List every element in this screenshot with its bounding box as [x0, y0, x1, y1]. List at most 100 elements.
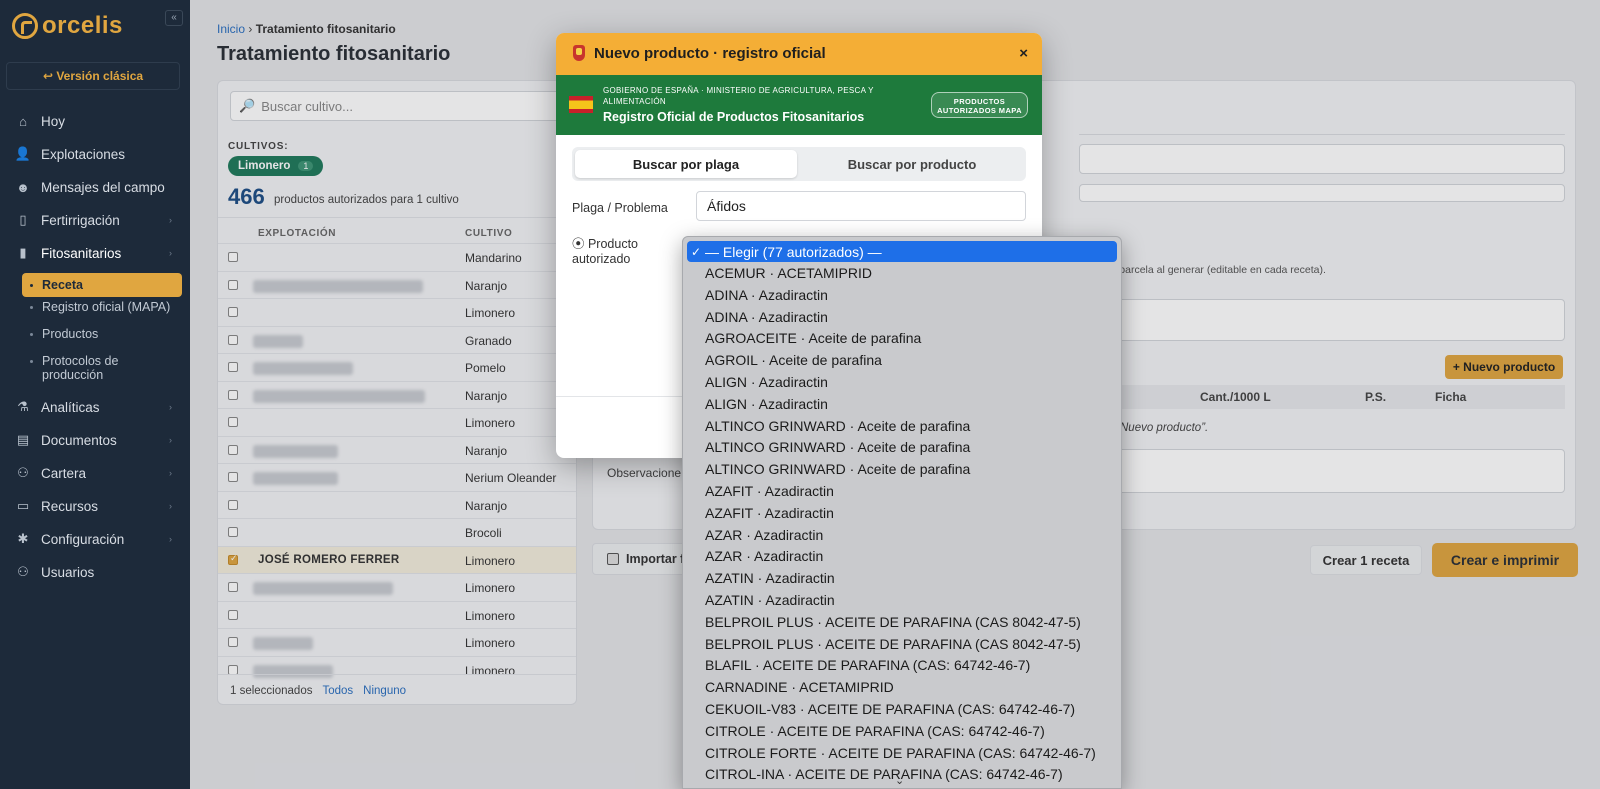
- sidebar-item-label: Documentos: [41, 432, 117, 448]
- sidebar-subitem-label: Registro oficial (MAPA): [42, 300, 171, 314]
- sidebar-item-label: Fitosanitarios: [41, 245, 122, 261]
- users-icon: ⚇: [17, 564, 29, 579]
- pest-input[interactable]: Áfidos: [696, 191, 1026, 221]
- sidebar-item-recursos[interactable]: ▭ Recursos ›: [0, 491, 190, 521]
- sidebar-item-fitosanitarios[interactable]: ▮ Fitosanitarios ›: [0, 238, 190, 268]
- sidebar-subitem-3[interactable]: Protocolos de producción: [22, 354, 182, 382]
- pest-label: Plaga / Problema: [572, 201, 668, 215]
- spray-icon: ▮: [19, 245, 27, 260]
- chevron-right-icon: ›: [169, 501, 172, 511]
- chevron-right-icon: ›: [169, 534, 172, 544]
- dropdown-option-selected[interactable]: ✓ — Elegir (77 autorizados) —: [687, 241, 1117, 262]
- product-label: ⦿ Producto autorizado: [572, 237, 639, 266]
- dropdown-option[interactable]: CITROLE FORTE · ACEITE DE PARAFINA (CAS:…: [687, 742, 1117, 763]
- dropdown-option[interactable]: ADINA · Azadiractin: [687, 284, 1117, 305]
- bottle-icon: ▯: [19, 212, 27, 227]
- chevron-right-icon: ›: [169, 468, 172, 478]
- sidebar-item-cartera[interactable]: ⚇ Cartera ›: [0, 458, 190, 488]
- modal-title: Nuevo producto · registro oficial: [594, 45, 826, 62]
- spain-flag-icon: [569, 96, 593, 113]
- sidebar-item-label: Usuarios: [41, 564, 95, 580]
- dropdown-option[interactable]: AZAFIT · Azadiractin: [687, 502, 1117, 523]
- user-icon: 👤: [14, 146, 32, 161]
- chevron-right-icon: ›: [169, 435, 172, 445]
- authorized-products-badge: PRODUCTOS AUTORIZADOS MAPA: [931, 92, 1028, 118]
- bullet-icon: [30, 283, 33, 287]
- dropdown-option[interactable]: AZAR · Azadiractin: [687, 524, 1117, 545]
- people-icon: ⚇: [17, 465, 29, 480]
- sidebar-item-explotaciones[interactable]: 👤 Explotaciones: [0, 139, 190, 169]
- bullet-icon: [30, 306, 33, 309]
- sidebar-item-label: Recursos: [41, 498, 99, 514]
- flask-icon: ⚗: [17, 399, 29, 414]
- sidebar-item-label: Fertirrigación: [41, 212, 120, 228]
- tab-search-by-pest[interactable]: Buscar por plaga: [575, 150, 797, 178]
- sidebar-subitem-label: Receta: [42, 278, 83, 292]
- sidebar-item-label: Explotaciones: [41, 146, 126, 162]
- document-icon: ▤: [16, 432, 30, 447]
- dropdown-option[interactable]: BLAFIL · ACEITE DE PARAFINA (CAS: 64742-…: [687, 655, 1117, 676]
- bullet-icon: [30, 333, 33, 336]
- dropdown-option[interactable]: AZAFIT · Azadiractin: [687, 481, 1117, 502]
- logo-mark-icon: [12, 13, 38, 39]
- dropdown-option[interactable]: CITROLE · ACEITE DE PARAFINA (CAS: 64742…: [687, 720, 1117, 741]
- sidebar-subitem-1[interactable]: Registro oficial (MAPA): [22, 300, 182, 324]
- tab-search-by-product[interactable]: Buscar por producto: [801, 150, 1023, 178]
- chevron-right-icon: ›: [169, 402, 172, 412]
- sidebar-item-label: Mensajes del campo: [41, 179, 165, 195]
- shield-icon: [573, 45, 585, 61]
- sidebar-item-configuracion[interactable]: ✱ Configuración ›: [0, 524, 190, 554]
- close-icon[interactable]: ×: [1019, 45, 1028, 62]
- sidebar-subitem-0[interactable]: Receta: [22, 273, 182, 297]
- dropdown-option[interactable]: BELPROIL PLUS · ACEITE DE PARAFINA (CAS …: [687, 633, 1117, 654]
- dropdown-option[interactable]: ACEMUR · ACETAMIPRID: [687, 263, 1117, 284]
- dropdown-option[interactable]: ALIGN · Azadiractin: [687, 372, 1117, 393]
- sidebar-subitem-2[interactable]: Productos: [22, 327, 182, 351]
- sidebar-item-usuarios[interactable]: ⚇ Usuarios: [0, 557, 190, 587]
- sidebar-item-label: Cartera: [41, 465, 87, 481]
- dropdown-option[interactable]: AZAR · Azadiractin: [687, 546, 1117, 567]
- dropdown-option[interactable]: ADINA · Azadiractin: [687, 306, 1117, 327]
- sidebar: orcelis « ↩ Versión clásica ⌂ Hoy 👤 Explota…: [0, 0, 190, 789]
- search-mode-toggle: Buscar por plaga Buscar por producto: [572, 147, 1026, 181]
- dropdown-option[interactable]: AGROIL · Aceite de parafina: [687, 350, 1117, 371]
- dropdown-option-label: — Elegir (77 autorizados) —: [705, 243, 882, 260]
- registry-title: Registro Oficial de Productos Fitosanita…: [603, 110, 865, 124]
- folder-icon: ▭: [16, 498, 30, 513]
- sidebar-subitem-label: Productos: [42, 327, 99, 341]
- dropdown-option[interactable]: CEKUOIL-V83 · ACEITE DE PARAFINA (CAS: 6…: [687, 699, 1117, 720]
- dropdown-option[interactable]: BELPROIL PLUS · ACEITE DE PARAFINA (CAS …: [687, 611, 1117, 632]
- dropdown-option[interactable]: AZATIN · Azadiractin: [687, 590, 1117, 611]
- sidebar-item-analiticas[interactable]: ⚗ Analíticas ›: [0, 392, 190, 422]
- dropdown-option[interactable]: AGROACEITE · Aceite de parafina: [687, 328, 1117, 349]
- bullet-icon: [30, 360, 33, 363]
- dropdown-option[interactable]: ALTINCO GRINWARD · Aceite de parafina: [687, 415, 1117, 436]
- sidebar-item-label: Configuración: [41, 531, 125, 547]
- logo[interactable]: orcelis: [12, 12, 123, 40]
- logo-text: orcelis: [42, 12, 123, 39]
- gear-icon: ✱: [17, 531, 29, 546]
- dropdown-option[interactable]: ALTINCO GRINWARD · Aceite de parafina: [687, 437, 1117, 458]
- collapse-sidebar-button[interactable]: «: [165, 10, 183, 26]
- sidebar-item-documentos[interactable]: ▤ Documentos ›: [0, 425, 190, 455]
- chevron-right-icon: ›: [169, 248, 172, 258]
- dropdown-option[interactable]: CARNADINE · ACETAMIPRID: [687, 677, 1117, 698]
- government-banner: GOBIERNO DE ESPAÑA · MINISTERIO DE AGRIC…: [556, 75, 1042, 135]
- check-icon: ✓: [691, 244, 702, 259]
- classic-version-button[interactable]: ↩ Versión clásica: [6, 62, 180, 90]
- home-icon: ⌂: [19, 113, 27, 129]
- dropdown-option[interactable]: ALIGN · Azadiractin: [687, 393, 1117, 414]
- government-line: GOBIERNO DE ESPAÑA · MINISTERIO DE AGRIC…: [603, 86, 874, 106]
- modal-header: Nuevo producto · registro oficial ×: [556, 33, 1042, 75]
- chevron-right-icon: ›: [169, 215, 172, 225]
- dropdown-option[interactable]: ALTINCO GRINWARD · Aceite de parafina: [687, 459, 1117, 480]
- product-dropdown-list[interactable]: ✓ — Elegir (77 autorizados) — ACEMUR · A…: [682, 236, 1122, 789]
- sidebar-item-mensajes-del-campo[interactable]: ☻ Mensajes del campo: [0, 172, 190, 202]
- scroll-more-chevron-icon[interactable]: ⌄: [895, 774, 904, 787]
- farmer-icon: ☻: [16, 179, 30, 195]
- dropdown-option[interactable]: AZATIN · Azadiractin: [687, 568, 1117, 589]
- sidebar-item-label: Hoy: [41, 113, 66, 129]
- sidebar-item-hoy[interactable]: ⌂ Hoy: [0, 106, 190, 136]
- sidebar-item-fertirrigacion[interactable]: ▯ Fertirrigación ›: [0, 205, 190, 235]
- sidebar-item-label: Analíticas: [41, 399, 100, 415]
